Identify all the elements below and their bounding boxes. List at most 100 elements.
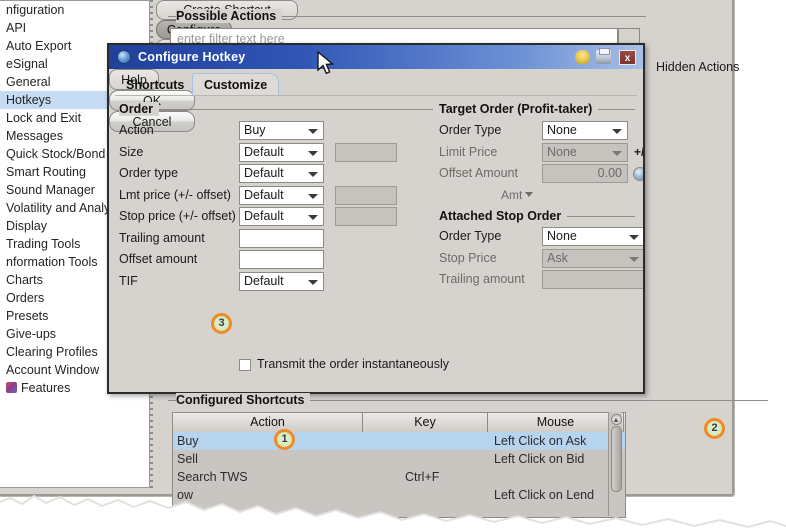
tab-customize[interactable]: Customize (192, 73, 279, 96)
sidebar-item-nfiguration[interactable]: nfiguration (0, 1, 149, 19)
stop-field-combo[interactable]: Ask (542, 249, 645, 268)
unit-label: Amt (501, 188, 522, 202)
table-cell-action: Search TWS (173, 468, 363, 486)
target-field-label: Offset Amount (439, 166, 518, 180)
combo-value: Ask (547, 250, 568, 267)
stop-field-combo[interactable]: None (542, 227, 645, 246)
stop-field-label: Trailing amount (439, 272, 525, 286)
order-field-combo[interactable]: Default (239, 143, 324, 162)
table-row[interactable]: SellLeft Click on Bid (173, 450, 625, 468)
transmit-checkbox[interactable] (239, 359, 251, 371)
order-field-input[interactable] (239, 250, 324, 269)
stop-field-label: Order Type (439, 229, 501, 243)
order-group: Order (119, 109, 433, 110)
hidden-actions-label[interactable]: Hidden Actions (656, 60, 739, 74)
table-cell-mouse: Left Click on Bid (488, 450, 624, 468)
sidebar-item-label: eSignal (6, 57, 48, 71)
order-field-combo[interactable]: Default (239, 272, 324, 291)
sidebar-item-label: Features (21, 381, 70, 395)
sidebar-item-label: Charts (6, 273, 43, 287)
order-field-label: Action (119, 123, 154, 137)
order-field-combo[interactable]: Default (239, 186, 324, 205)
combo-value: Buy (244, 122, 266, 139)
chevron-down-icon (525, 192, 533, 197)
possible-actions-group: Possible Actions (168, 16, 646, 17)
shortcuts-table-body[interactable]: BuyLeft Click on AskSellLeft Click on Bi… (173, 432, 625, 504)
combo-value: Default (244, 144, 284, 161)
order-field-label: Size (119, 145, 143, 159)
bulb-icon[interactable] (575, 50, 590, 64)
order-field-combo[interactable]: Default (239, 164, 324, 183)
sidebar-item-label: Volatility and Analytic (6, 201, 123, 215)
sidebar-item-api[interactable]: API (0, 19, 149, 37)
target-order-title: Target Order (Profit-taker) (439, 102, 598, 116)
chevron-down-icon (308, 172, 318, 177)
order-field-extra-input[interactable] (335, 207, 397, 226)
configured-shortcuts-title: Configured Shortcuts (176, 393, 310, 407)
combo-value: Default (244, 208, 284, 225)
close-icon[interactable]: x (619, 50, 636, 65)
table-cell-action: Buy (173, 432, 363, 450)
globe-icon[interactable] (633, 167, 645, 181)
combo-value: Default (244, 165, 284, 182)
chevron-down-icon (308, 151, 318, 156)
target-field-combo[interactable]: None (542, 143, 628, 162)
combo-value: Default (244, 187, 284, 204)
shortcuts-table[interactable]: ActionKeyMouse BuyLeft Click on AskSellL… (172, 412, 626, 518)
table-row[interactable]: Search TWSCtrl+F (173, 468, 625, 486)
order-field-label: TIF (119, 274, 138, 288)
sidebar-item-label: Trading Tools (6, 237, 80, 251)
order-field-combo[interactable]: Default (239, 207, 324, 226)
table-cell-action: ow (173, 486, 363, 504)
target-field-label: Order Type (439, 123, 501, 137)
sidebar-item-label: nfiguration (6, 3, 64, 17)
order-field-unit-dropdown[interactable]: Amt (501, 186, 533, 205)
sidebar-item-label: Give-ups (6, 327, 56, 341)
table-cell-key: Ctrl+F (363, 468, 488, 486)
printer-icon[interactable] (596, 50, 611, 64)
table-row[interactable]: BuyLeft Click on Ask (173, 432, 625, 450)
sidebar-item-label: Quick Stock/Bond E (6, 147, 117, 161)
target-field-combo[interactable]: None (542, 121, 628, 140)
dialog-title-bar[interactable]: Configure Hotkey x (109, 45, 643, 69)
mouse-cursor (317, 51, 335, 77)
table-column-header[interactable]: Mouse (488, 413, 624, 432)
order-field-extra-input[interactable] (335, 143, 397, 162)
chevron-down-icon (629, 257, 639, 262)
order-field-extra-input[interactable] (335, 186, 397, 205)
chevron-down-icon (308, 280, 318, 285)
table-row[interactable]: ow Left Click on Lend (173, 486, 625, 504)
globe-icon (117, 50, 131, 64)
shortcuts-table-scrollbar[interactable] (608, 412, 622, 516)
table-cell-mouse: Left Click on Lend (488, 486, 624, 504)
chevron-down-icon (308, 215, 318, 220)
order-field-input[interactable] (239, 229, 324, 248)
sidebar-item-label: Hotkeys (6, 93, 51, 107)
order-field-label: Order type (119, 166, 178, 180)
shortcuts-table-header: ActionKeyMouse (173, 413, 625, 432)
group-rule (119, 109, 433, 110)
table-column-header[interactable]: Action (173, 413, 363, 432)
sidebar-item-label: Auto Export (6, 39, 71, 53)
sidebar-item-label: Sound Manager (6, 183, 95, 197)
transmit-label: Transmit the order instantaneously (257, 357, 449, 371)
sidebar-item-label: Clearing Profiles (6, 345, 98, 359)
chevron-down-icon (612, 151, 622, 156)
sidebar-item-label: API (6, 21, 26, 35)
order-field-combo[interactable]: Buy (239, 121, 324, 140)
table-column-header[interactable]: Key (363, 413, 488, 432)
target-field-input[interactable]: 0.00 (542, 164, 628, 183)
plus-minus-icon[interactable]: +/- (634, 145, 645, 159)
attached-stop-title: Attached Stop Order (439, 209, 567, 223)
tab-shortcuts[interactable]: Shortcuts (115, 75, 195, 95)
dialog-tabs[interactable]: Shortcuts Customize (115, 73, 637, 95)
scroll-up-button[interactable] (611, 414, 622, 425)
possible-actions-title: Possible Actions (176, 9, 282, 23)
order-group-title: Order (119, 102, 159, 116)
order-field-label: Offset amount (119, 252, 197, 266)
configured-shortcuts-group: Configured Shortcuts (168, 400, 768, 401)
sidebar-item-label: nformation Tools (6, 255, 98, 269)
stop-field-input[interactable] (542, 270, 645, 289)
scroll-thumb[interactable] (611, 426, 622, 492)
configure-hotkey-dialog: Configure Hotkey x Shortcuts Customize O… (107, 43, 645, 394)
